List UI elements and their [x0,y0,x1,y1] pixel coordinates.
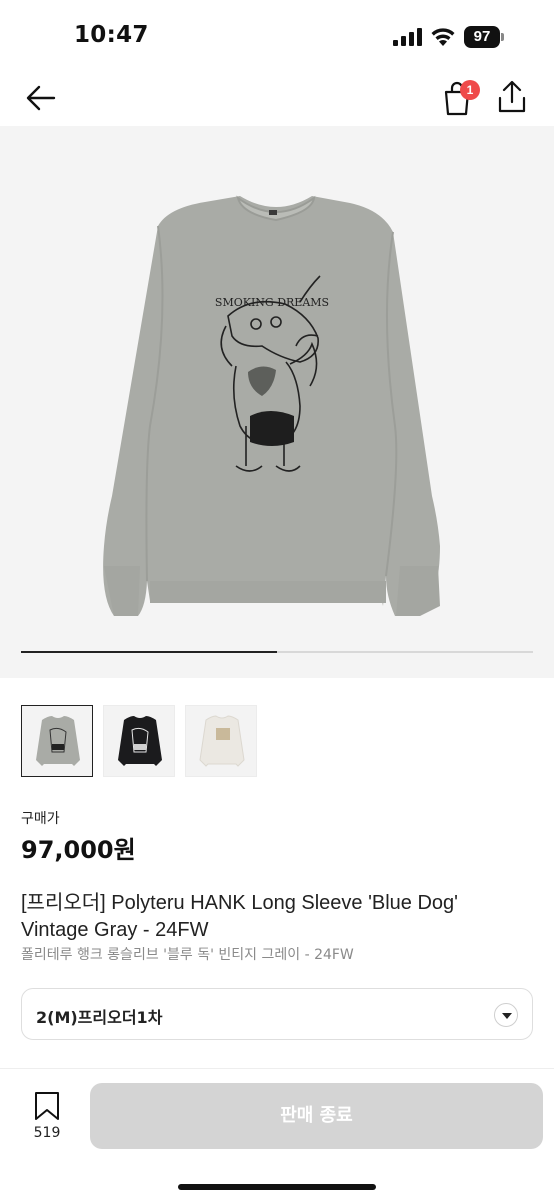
wishlist-button[interactable]: 519 [24,1091,70,1143]
wishlist-count: 519 [33,1125,61,1141]
back-arrow-icon[interactable] [24,82,58,114]
sale-ended-button[interactable]: 판매 종료 [90,1083,543,1149]
cellular-signal-icon [393,28,422,46]
thumbnail-white[interactable] [185,705,257,777]
price-value: 97,000원 [21,836,136,864]
product-image: SMOKING DREAMS [103,195,440,616]
status-bar: 10:47 97 [0,0,554,70]
product-image-carousel[interactable]: SMOKING DREAMS [0,126,554,678]
wifi-icon [431,28,455,46]
thumbnail-white-image [199,715,245,767]
size-select[interactable]: 2(M)프리오더1차 [21,988,533,1040]
status-time: 10:47 [74,22,149,48]
thumbnail-gray-image [36,716,80,766]
thumbnail-black[interactable] [103,705,175,777]
battery-indicator: 97 [464,26,504,48]
thumbnail-strip [21,705,257,777]
image-progress-fill [21,651,277,653]
share-icon[interactable] [496,80,528,114]
product-title: [프리오더] Polyteru HANK Long Sleeve 'Blue D… [21,892,458,941]
thumbnail-black-image [118,716,162,766]
price-label: 구매가 [21,811,60,827]
image-progress-track [21,651,533,653]
bookmark-icon [35,1092,59,1120]
chevron-down-icon [494,1003,518,1027]
thumbnail-gray[interactable] [21,705,93,777]
size-select-value: 2(M)프리오더1차 [36,1008,163,1027]
product-subtitle: 폴리테루 행크 롱슬리브 '블루 독' 빈티지 그레이 - 24FW [21,947,354,963]
battery-level: 97 [464,26,500,48]
battery-tip [501,33,504,41]
home-indicator [178,1184,376,1190]
bottom-action-bar: 519 판매 종료 [0,1068,554,1200]
cart-count-badge: 1 [460,80,480,100]
